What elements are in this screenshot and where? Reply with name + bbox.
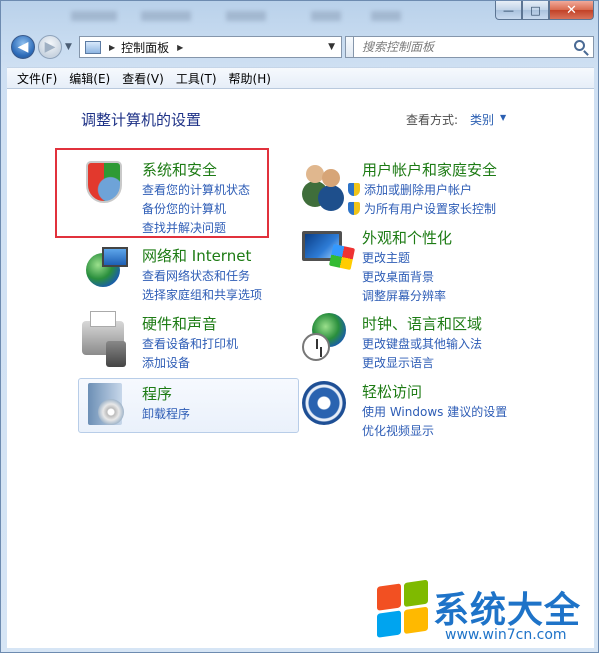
breadcrumb-separator-icon[interactable]: ▶ xyxy=(109,43,115,52)
view-by-chevron-down-icon[interactable]: ▼ xyxy=(500,113,506,122)
uac-shield-icon xyxy=(348,202,360,215)
uac-shield-icon xyxy=(348,183,360,196)
clock-icon xyxy=(302,333,330,361)
link-network-status[interactable]: 查看网络状态和任务 xyxy=(142,267,250,284)
watermark-title: 系统大全 xyxy=(433,590,582,631)
menu-file[interactable]: 文件(F) xyxy=(11,70,63,87)
search-icon[interactable] xyxy=(574,40,585,51)
view-by-label: 查看方式: xyxy=(406,113,459,127)
maximize-button[interactable]: □ xyxy=(522,1,549,20)
search-box[interactable] xyxy=(353,36,594,58)
navigation-bar: ◀ ▶ ▼ ▶ 控制面板 ▶ ▼ ⇆ xyxy=(7,32,594,62)
link-recommended-settings[interactable]: 使用 Windows 建议的设置 xyxy=(362,403,507,420)
back-button[interactable]: ◀ xyxy=(11,35,35,59)
link-parental-controls[interactable]: 为所有用户设置家长控制 xyxy=(348,200,497,217)
minimize-button[interactable]: — xyxy=(495,1,522,20)
shield-icon[interactable] xyxy=(86,161,122,203)
blurred-title-fragment xyxy=(71,11,117,21)
breadcrumb-separator-icon[interactable]: ▶ xyxy=(177,43,183,52)
control-panel-icon xyxy=(85,40,101,54)
ease-of-access-icon[interactable] xyxy=(302,381,346,425)
link-add-remove-accounts[interactable]: 添加或删除用户帐户 xyxy=(348,181,473,198)
printer-icon[interactable] xyxy=(82,311,126,367)
link-troubleshoot[interactable]: 查找并解决问题 xyxy=(142,219,226,236)
link-backup-computer[interactable]: 备份您的计算机 xyxy=(142,200,226,217)
link-change-background[interactable]: 更改桌面背景 xyxy=(362,268,434,285)
forward-button[interactable]: ▶ xyxy=(38,35,62,59)
category-title[interactable]: 用户帐户和家庭安全 xyxy=(362,159,497,180)
title-bar: — □ ✕ xyxy=(1,1,599,31)
watermark: 系统大全 www.win7cn.com xyxy=(371,579,591,647)
link-label: 为所有用户设置家长控制 xyxy=(364,202,497,216)
link-change-display-language[interactable]: 更改显示语言 xyxy=(362,354,434,371)
window-controls: — □ ✕ xyxy=(495,1,594,20)
link-homegroup-sharing[interactable]: 选择家庭组和共享选项 xyxy=(142,286,262,303)
menu-bar: 文件(F) 编辑(E) 查看(V) 工具(T) 帮助(H) xyxy=(7,67,594,89)
link-optimize-display[interactable]: 优化视频显示 xyxy=(362,422,434,439)
category-network-internet: 网络和 Internet 查看网络状态和任务 选择家庭组和共享选项 xyxy=(82,245,300,305)
menu-view[interactable]: 查看(V) xyxy=(116,70,170,87)
link-add-device[interactable]: 添加设备 xyxy=(142,354,190,371)
menu-tools[interactable]: 工具(T) xyxy=(170,70,223,87)
view-by-dropdown[interactable]: 类别 xyxy=(470,111,494,128)
blurred-title-fragment xyxy=(226,11,266,21)
link-screen-resolution[interactable]: 调整屏幕分辨率 xyxy=(362,287,446,304)
blurred-title-fragment xyxy=(311,11,341,21)
close-button[interactable]: ✕ xyxy=(549,1,594,20)
link-view-computer-status[interactable]: 查看您的计算机状态 xyxy=(142,181,250,198)
search-input[interactable] xyxy=(354,37,564,57)
network-monitor-icon xyxy=(102,247,128,267)
breadcrumb-control-panel[interactable]: 控制面板 xyxy=(121,39,169,56)
page-title: 调整计算机的设置 xyxy=(81,111,202,129)
link-change-theme[interactable]: 更改主题 xyxy=(362,249,410,266)
windows-logo-icon xyxy=(377,579,431,641)
content-area: 调整计算机的设置 查看方式: 类别 ▼ 系统和安全 查看您的计算机状态 备份您的… xyxy=(7,89,594,648)
category-system-security: 系统和安全 查看您的计算机状态 备份您的计算机 查找并解决问题 xyxy=(82,159,300,239)
programs-icon[interactable] xyxy=(88,383,124,425)
address-bar[interactable]: ▶ 控制面板 ▶ ▼ xyxy=(79,36,342,58)
category-hardware-sound: 硬件和声音 查看设备和打印机 添加设备 xyxy=(82,311,300,373)
category-title[interactable]: 轻松访问 xyxy=(362,381,422,402)
link-devices-printers[interactable]: 查看设备和打印机 xyxy=(142,335,238,352)
menu-help[interactable]: 帮助(H) xyxy=(223,70,277,87)
blurred-title-fragment xyxy=(141,11,191,21)
appearance-icon[interactable] xyxy=(302,231,342,261)
link-change-keyboard[interactable]: 更改键盘或其他输入法 xyxy=(362,335,482,352)
category-title[interactable]: 网络和 Internet xyxy=(142,245,251,266)
category-ease-of-access: 轻松访问 使用 Windows 建议的设置 优化视频显示 xyxy=(302,381,520,441)
blurred-title-fragment xyxy=(371,11,401,21)
category-title[interactable]: 硬件和声音 xyxy=(142,313,217,334)
category-clock-language-region: 时钟、语言和区域 更改键盘或其他输入法 更改显示语言 xyxy=(302,313,520,373)
category-appearance: 外观和个性化 更改主题 更改桌面背景 调整屏幕分辨率 xyxy=(302,227,520,303)
history-dropdown-icon[interactable]: ▼ xyxy=(65,42,72,52)
menu-edit[interactable]: 编辑(E) xyxy=(63,70,116,87)
users-icon[interactable] xyxy=(302,159,346,203)
category-programs: 程序 卸载程序 xyxy=(82,383,300,433)
address-dropdown-icon[interactable]: ▼ xyxy=(328,42,335,52)
link-uninstall-program[interactable]: 卸载程序 xyxy=(142,405,190,422)
category-user-accounts: 用户帐户和家庭安全 添加或删除用户帐户 为所有用户设置家长控制 xyxy=(302,159,520,219)
category-title[interactable]: 外观和个性化 xyxy=(362,227,452,248)
category-title[interactable]: 时钟、语言和区域 xyxy=(362,313,482,334)
watermark-url: www.win7cn.com xyxy=(445,627,567,643)
category-title[interactable]: 系统和安全 xyxy=(142,159,217,180)
category-title[interactable]: 程序 xyxy=(142,383,172,404)
link-label: 添加或删除用户帐户 xyxy=(364,183,473,197)
window-frame: — □ ✕ ◀ ▶ ▼ ▶ 控制面板 ▶ ▼ ⇆ 文件(F) 编辑(E) 查看(… xyxy=(0,0,599,653)
